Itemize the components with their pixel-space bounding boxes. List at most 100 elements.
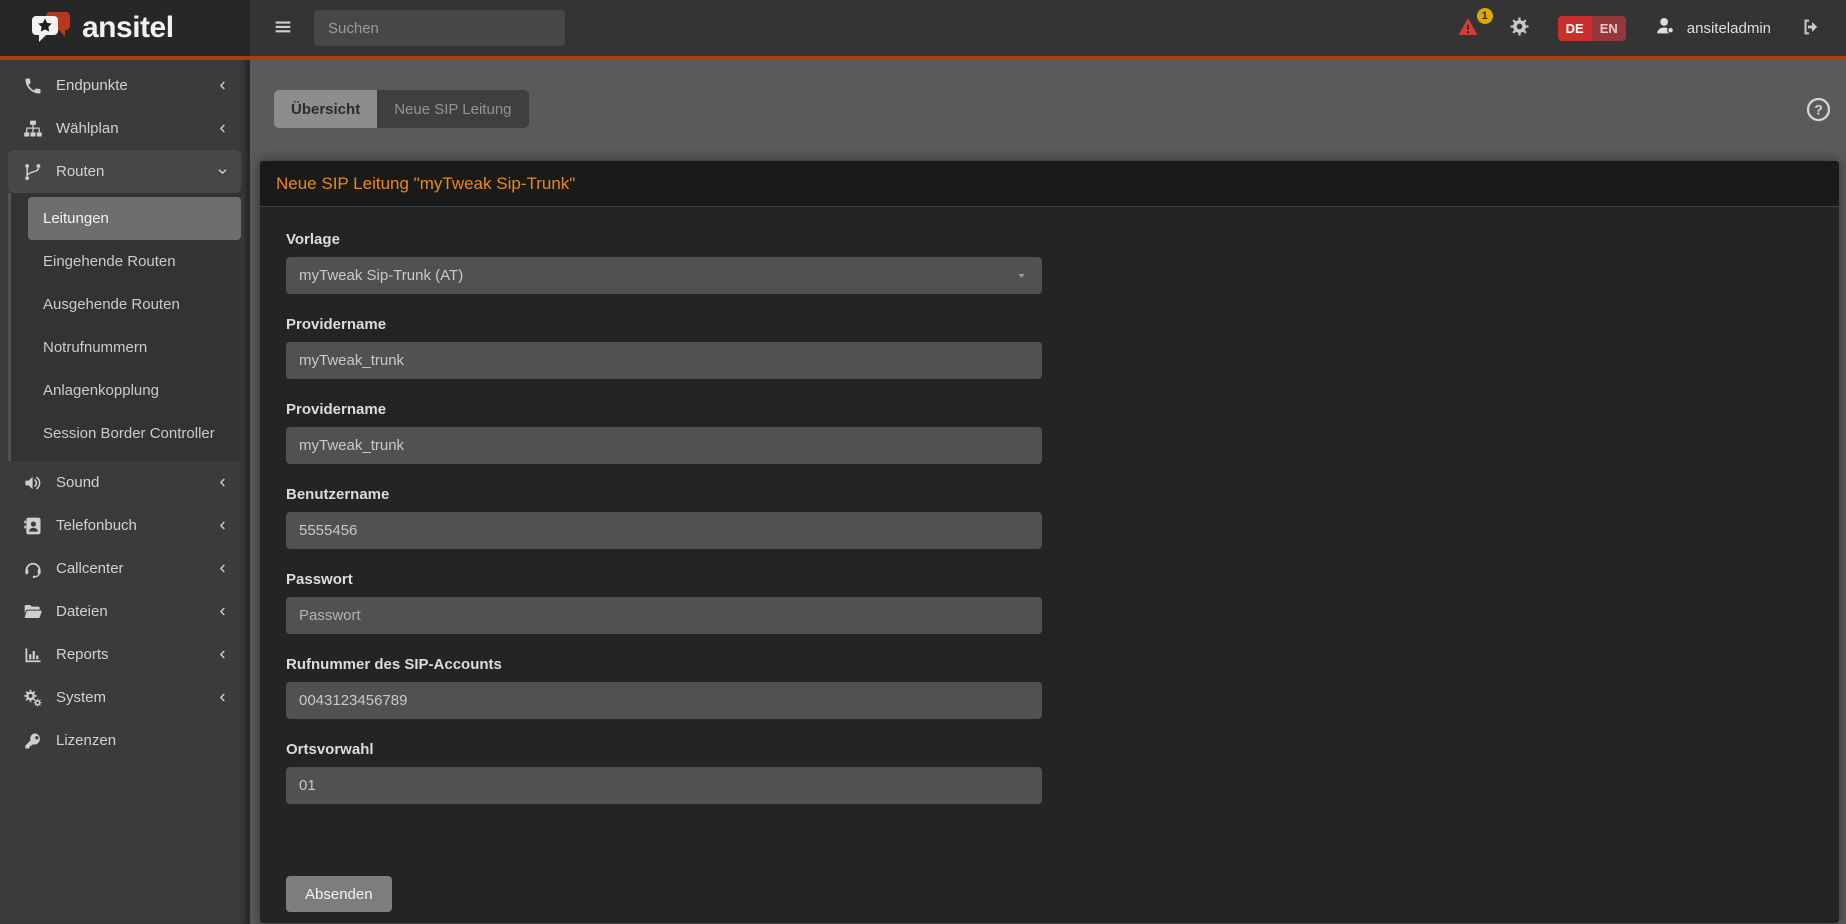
sip-trunk-form: VorlagemyTweak Sip-Trunk (AT) Providernam… bbox=[286, 231, 1823, 804]
brand[interactable]: ansitel bbox=[0, 0, 250, 56]
headset-icon bbox=[22, 559, 44, 579]
main-content: ÜbersichtNeue SIP Leitung ? Neue SIP Lei… bbox=[250, 60, 1846, 924]
sidebar-item-label: System bbox=[56, 689, 216, 706]
key-icon bbox=[22, 731, 44, 751]
topbar-main: 1 DE EN ansiteladmin bbox=[250, 0, 1846, 56]
field-providername-2: Providername bbox=[286, 401, 1823, 464]
field-providername: Providername bbox=[286, 316, 1823, 379]
gear-icon bbox=[1508, 15, 1531, 41]
language-switch: DE EN bbox=[1558, 16, 1626, 41]
sidebar-item-label: Dateien bbox=[56, 603, 216, 620]
sidebar-item-label: Sound bbox=[56, 474, 216, 491]
language-de-button[interactable]: DE bbox=[1558, 16, 1592, 41]
field-rufnummer-sip-account: Rufnummer des SIP-Accounts bbox=[286, 656, 1823, 719]
panel-title: Neue SIP Leitung "myTweak Sip-Trunk" bbox=[260, 161, 1839, 207]
tab-bar: ÜbersichtNeue SIP Leitung bbox=[274, 90, 529, 128]
help-button[interactable]: ? bbox=[1805, 96, 1832, 126]
sidebar-item-telefonbuch[interactable]: Telefonbuch bbox=[0, 504, 249, 547]
volume-icon bbox=[22, 473, 44, 493]
chevron-left-icon bbox=[216, 605, 229, 618]
field-label-rufnummer-sip-account: Rufnummer des SIP-Accounts bbox=[286, 656, 1823, 673]
sidebar-item-callcenter[interactable]: Callcenter bbox=[0, 547, 249, 590]
sidebar-item-endpunkte[interactable]: Endpunkte bbox=[0, 64, 249, 107]
sidebar-item-label: Routen bbox=[56, 163, 216, 180]
sidebar-item-label: Wählplan bbox=[56, 120, 216, 137]
logout-button[interactable] bbox=[1798, 16, 1822, 41]
tab-neue-sip-leitung[interactable]: Neue SIP Leitung bbox=[377, 90, 528, 128]
sitemap-icon bbox=[22, 119, 44, 139]
question-circle-icon: ? bbox=[1805, 96, 1832, 126]
sidebar-item-system[interactable]: System bbox=[0, 676, 249, 719]
sidebar-item-label: Lizenzen bbox=[56, 732, 229, 749]
chevron-left-icon bbox=[216, 519, 229, 532]
chevron-left-icon bbox=[216, 79, 229, 92]
field-label-ortsvorwahl: Ortsvorwahl bbox=[286, 741, 1823, 758]
vorlage-selected-value: myTweak Sip-Trunk (AT) bbox=[299, 267, 1014, 284]
sidebar-item-label: Reports bbox=[56, 646, 216, 663]
sidebar-subitem-ausgehende-routen[interactable]: Ausgehende Routen bbox=[28, 283, 241, 326]
benutzername-input[interactable] bbox=[286, 512, 1042, 549]
cogs-icon bbox=[22, 688, 44, 708]
sidebar-item-label: Endpunkte bbox=[56, 77, 216, 94]
chevron-left-icon bbox=[216, 122, 229, 135]
user-menu[interactable]: ansiteladmin bbox=[1653, 15, 1771, 41]
field-vorlage: VorlagemyTweak Sip-Trunk (AT) bbox=[286, 231, 1823, 294]
sidebar-item-label: Callcenter bbox=[56, 560, 216, 577]
chart-bar-icon bbox=[22, 645, 44, 665]
sidebar-item-lizenzen[interactable]: Lizenzen bbox=[0, 719, 249, 762]
submit-button[interactable]: Absenden bbox=[286, 876, 392, 912]
panel-body: VorlagemyTweak Sip-Trunk (AT) Providernam… bbox=[260, 207, 1839, 923]
field-label-providername: Providername bbox=[286, 316, 1823, 333]
address-book-icon bbox=[22, 516, 44, 536]
passwort-input[interactable] bbox=[286, 597, 1042, 634]
sidebar-subitem-eingehende-routen[interactable]: Eingehende Routen bbox=[28, 240, 241, 283]
sidebar-subitem-session-border-controller[interactable]: Session Border Controller bbox=[28, 412, 241, 455]
sidebar-item-routen[interactable]: Routen bbox=[8, 150, 241, 193]
phone-icon bbox=[22, 76, 44, 96]
sidebar-subitem-notrufnummern[interactable]: Notrufnummern bbox=[28, 326, 241, 369]
topbar: ansitel 1 DE bbox=[0, 0, 1846, 56]
tab-uebersicht[interactable]: Übersicht bbox=[274, 90, 377, 128]
svg-text:?: ? bbox=[1814, 101, 1823, 117]
topbar-right: 1 DE EN ansiteladmin bbox=[1455, 15, 1846, 42]
sign-out-icon bbox=[1798, 16, 1822, 41]
sidebar-subitem-leitungen[interactable]: Leitungen bbox=[28, 197, 241, 240]
chevron-down-icon bbox=[216, 165, 229, 178]
ortsvorwahl-input[interactable] bbox=[286, 767, 1042, 804]
form-panel: Neue SIP Leitung "myTweak Sip-Trunk" Vor… bbox=[260, 161, 1839, 923]
chevron-left-icon bbox=[216, 648, 229, 661]
language-en-button[interactable]: EN bbox=[1592, 16, 1626, 41]
vorlage-select[interactable]: myTweak Sip-Trunk (AT) bbox=[286, 257, 1042, 294]
search-input[interactable] bbox=[314, 10, 565, 46]
sidebar: Endpunkte Wählplan Routen LeitungenEingehen… bbox=[0, 60, 250, 924]
user-icon bbox=[1653, 15, 1678, 41]
bars-icon bbox=[272, 16, 294, 41]
caret-down-icon bbox=[1014, 268, 1029, 283]
ansitel-logo bbox=[30, 10, 74, 46]
settings-button[interactable] bbox=[1508, 15, 1531, 41]
rufnummer-sip-account-input[interactable] bbox=[286, 682, 1042, 719]
sidebar-item-dateien[interactable]: Dateien bbox=[0, 590, 249, 633]
field-label-passwort: Passwort bbox=[286, 571, 1823, 588]
sidebar-item-waehlplan[interactable]: Wählplan bbox=[0, 107, 249, 150]
sidebar-item-reports[interactable]: Reports bbox=[0, 633, 249, 676]
sidebar-item-label: Telefonbuch bbox=[56, 517, 216, 534]
providername-2-input[interactable] bbox=[286, 427, 1042, 464]
username: ansiteladmin bbox=[1687, 20, 1771, 37]
sidebar-item-sound[interactable]: Sound bbox=[0, 461, 249, 504]
field-passwort: Passwort bbox=[286, 571, 1823, 634]
chevron-left-icon bbox=[216, 476, 229, 489]
menu-toggle-button[interactable] bbox=[272, 16, 294, 41]
field-label-providername-2: Providername bbox=[286, 401, 1823, 418]
submenu-routen: LeitungenEingehende RoutenAusgehende Rou… bbox=[8, 193, 241, 461]
chevron-left-icon bbox=[216, 691, 229, 704]
field-ortsvorwahl: Ortsvorwahl bbox=[286, 741, 1823, 804]
field-label-benutzername: Benutzername bbox=[286, 486, 1823, 503]
alerts-button[interactable]: 1 bbox=[1455, 15, 1481, 42]
logo-text: ansitel bbox=[82, 13, 174, 43]
chevron-left-icon bbox=[216, 562, 229, 575]
field-benutzername: Benutzername bbox=[286, 486, 1823, 549]
sidebar-subitem-anlagenkopplung[interactable]: Anlagenkopplung bbox=[28, 369, 241, 412]
folder-open-icon bbox=[22, 602, 44, 622]
providername-input[interactable] bbox=[286, 342, 1042, 379]
